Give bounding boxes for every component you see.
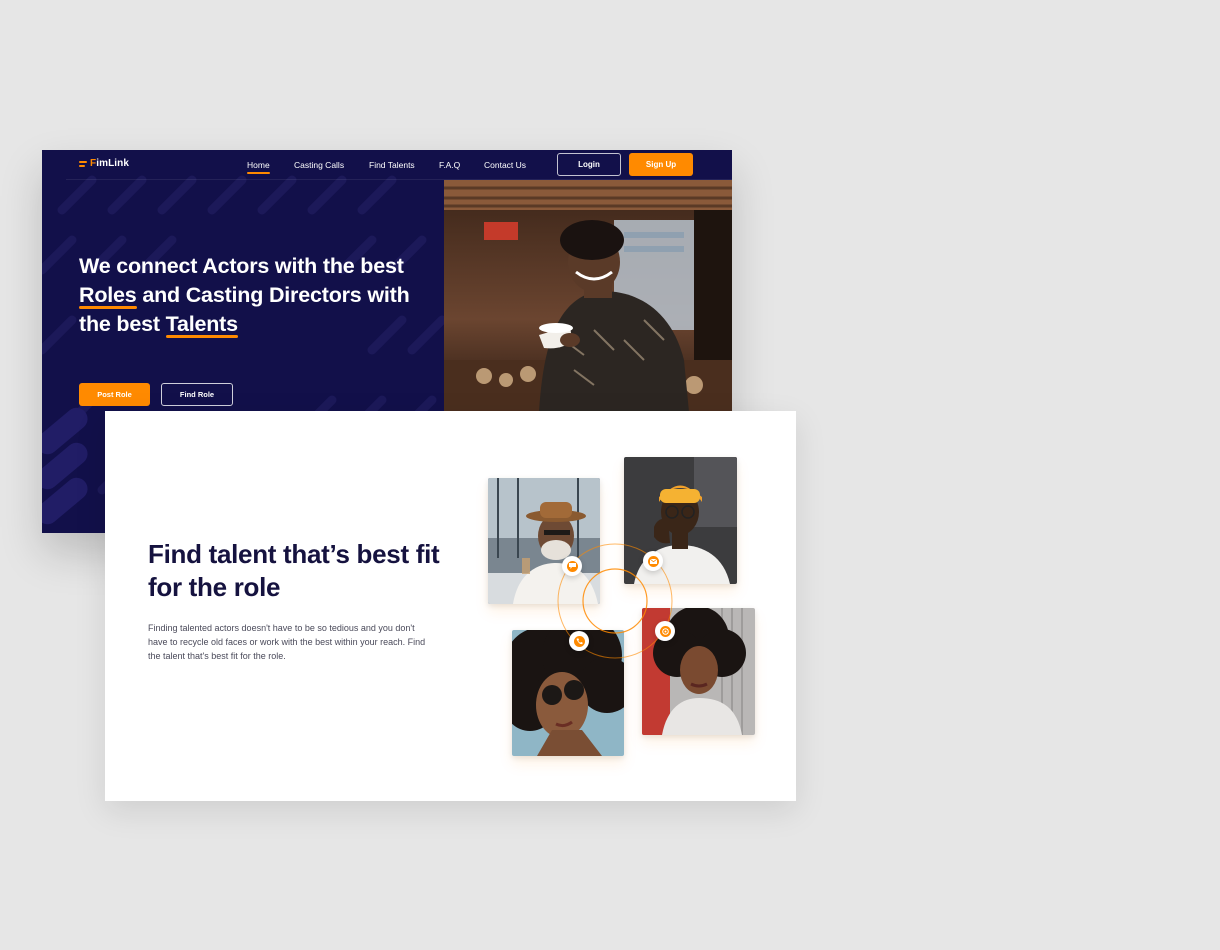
nav-link-contact-us[interactable]: Contact Us: [484, 160, 526, 170]
hero-highlight-talents: Talents: [165, 310, 239, 339]
nav-link-faq[interactable]: F.A.Q: [439, 160, 460, 170]
login-button[interactable]: Login: [557, 153, 621, 176]
find-role-button[interactable]: Find Role: [161, 383, 233, 406]
find-talent-heading: Find talent that’s best fit for the role: [148, 539, 440, 602]
filmlink-logo-icon: [79, 160, 87, 167]
hero-highlight-roles: Roles: [79, 281, 137, 310]
hero-headline: We connect Actors with the best Roles an…: [79, 252, 439, 339]
nav-link-find-talents[interactable]: Find Talents: [369, 160, 415, 170]
whatsapp-icon[interactable]: [655, 621, 675, 641]
find-talent-section: Find talent that’s best fit for the role…: [105, 411, 796, 801]
top-navigation: FimLink Home Casting Calls Find Talents …: [66, 150, 732, 180]
hero-photo-actor-cafe: [444, 180, 732, 412]
find-talent-description: Finding talented actors doesn't have to …: [148, 623, 426, 661]
nav-link-casting-calls[interactable]: Casting Calls: [294, 160, 344, 170]
nav-link-home[interactable]: Home: [247, 160, 270, 174]
brand-logo[interactable]: FimLink: [79, 158, 129, 169]
connection-circles-graphic: [557, 543, 673, 659]
signup-button[interactable]: Sign Up: [629, 153, 693, 176]
mail-icon[interactable]: [643, 551, 663, 571]
chat-bubble-icon[interactable]: [562, 556, 582, 576]
post-role-button[interactable]: Post Role: [79, 383, 150, 406]
phone-icon[interactable]: [569, 631, 589, 651]
brand-name: FimLink: [90, 158, 130, 169]
hero-headline-text-1: We connect Actors with the best: [79, 254, 404, 278]
